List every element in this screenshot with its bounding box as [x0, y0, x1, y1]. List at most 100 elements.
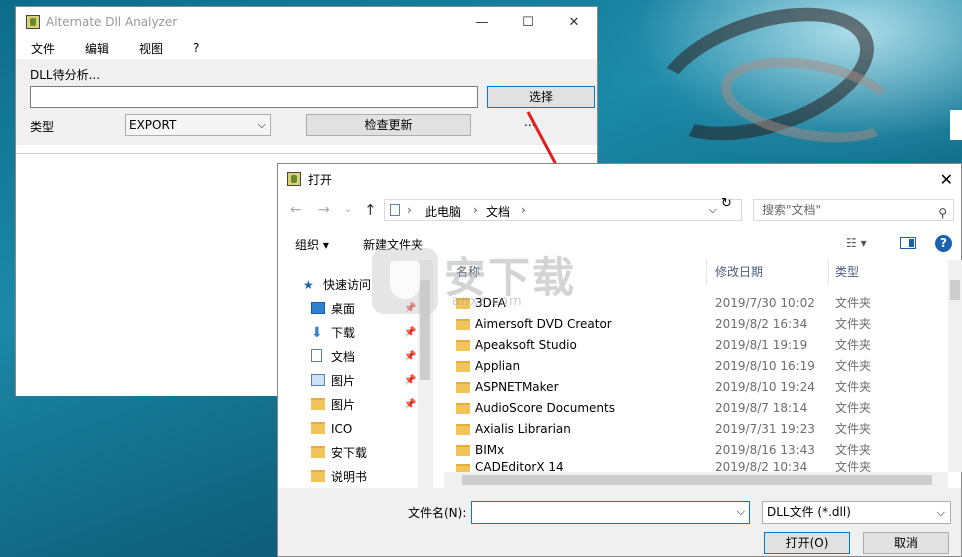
chevron-down-icon: ⌵ [936, 506, 945, 519]
folder-icon [456, 403, 470, 414]
file-type: 文件夹 [835, 359, 872, 373]
file-name: ASPNETMaker [475, 380, 559, 394]
folder-icon [456, 340, 470, 351]
dialog-titlebar[interactable]: 打开 ✕ [278, 164, 961, 194]
navigation-bar: ← → ⌄ ↑ › 此电脑 › 文档 › ⌵ ↻ 搜索"文档" ⚲ [278, 194, 961, 228]
open-button[interactable]: 打开(O) [764, 532, 850, 554]
file-type: 文件夹 [835, 443, 872, 457]
sidebar-item-ico[interactable]: ICO [278, 418, 428, 440]
file-row[interactable]: BIMx 2019/8/16 13:43 文件夹 [444, 440, 944, 461]
sidebar-item-pictures-folder[interactable]: 图片 📌 [278, 394, 428, 416]
dialog-title: 打开 [308, 172, 333, 187]
dialog-footer: 文件名(N): ⌵ DLL文件 (*.dll) ⌵ 打开(O) 取消 [278, 488, 961, 556]
file-modified: 2019/7/30 10:02 [715, 296, 815, 310]
chevron-down-icon[interactable]: ⌵ [709, 203, 717, 217]
up-arrow-icon[interactable]: ↑ [364, 201, 377, 219]
file-type: 文件夹 [835, 317, 872, 331]
sidebar-item-documents[interactable]: 文档 📌 [278, 346, 428, 368]
file-modified: 2019/8/10 16:19 [715, 359, 815, 373]
filename-input[interactable]: ⌵ [471, 501, 750, 524]
forward-arrow-icon[interactable]: → [318, 202, 330, 218]
file-name: Applian [475, 359, 521, 373]
view-options-icon[interactable]: ☷ ▾ [846, 236, 867, 250]
file-row[interactable]: ASPNETMaker 2019/8/10 19:24 文件夹 [444, 377, 944, 398]
picture-icon [311, 374, 325, 386]
file-row[interactable]: CADEditorX 14 2019/8/2 10:34 文件夹 [444, 461, 944, 472]
pin-icon[interactable]: 📌 [404, 370, 416, 392]
file-name: AudioScore Documents [475, 401, 615, 415]
back-arrow-icon[interactable]: ← [290, 202, 302, 218]
download-icon: ⬇ [311, 325, 323, 341]
crumb-separator-icon: › [407, 203, 412, 217]
chevron-down-icon[interactable]: ⌵ [737, 505, 745, 519]
file-name: BIMx [475, 443, 505, 457]
file-modified: 2019/8/16 13:43 [715, 443, 815, 457]
preview-pane-icon[interactable] [900, 237, 916, 249]
file-list-scroll-thumb[interactable] [950, 280, 960, 300]
star-icon: ★ [303, 278, 314, 292]
file-list-scrollbar[interactable] [948, 260, 962, 472]
sidebar-item-label: ICO [331, 422, 353, 436]
crumb-documents[interactable]: 文档 [486, 203, 510, 220]
horizontal-scrollbar[interactable] [444, 472, 948, 488]
document-icon [390, 204, 400, 216]
search-icon: ⚲ [938, 206, 947, 220]
column-header-modified[interactable]: 修改日期 [715, 260, 763, 284]
folder-icon [311, 422, 325, 434]
sidebar-item-label: 快速访问 [323, 278, 372, 292]
sidebar-item-manual[interactable]: 说明书 [278, 466, 428, 488]
help-icon[interactable]: ? [935, 235, 952, 252]
refresh-icon[interactable]: ↻ [721, 196, 732, 211]
watermark-shield-icon [372, 248, 438, 314]
folder-icon [456, 382, 470, 393]
recent-chevron-icon[interactable]: ⌄ [344, 204, 352, 215]
dialog-close-button[interactable]: ✕ [940, 170, 953, 189]
file-name: Axialis Librarian [475, 422, 571, 436]
filename-label: 文件名(N): [408, 506, 467, 520]
horizontal-scroll-thumb[interactable] [462, 475, 932, 485]
sidebar-item-pictures[interactable]: 图片 📌 [278, 370, 428, 392]
file-row[interactable]: Applian 2019/8/10 16:19 文件夹 [444, 356, 944, 377]
open-dialog: 打开 ✕ ← → ⌄ ↑ › 此电脑 › 文档 › ⌵ ↻ 搜索"文档" ⚲ 组… [277, 163, 962, 557]
file-type-filter[interactable]: DLL文件 (*.dll) ⌵ [762, 501, 951, 524]
file-type: 文件夹 [835, 380, 872, 394]
file-row[interactable]: AudioScore Documents 2019/8/7 18:14 文件夹 [444, 398, 944, 419]
organize-button[interactable]: 组织 ▾ [295, 236, 329, 253]
folder-icon [456, 424, 470, 435]
crumb-this-pc[interactable]: 此电脑 [425, 203, 461, 220]
sidebar-item-label: 文档 [331, 350, 356, 364]
file-type: 文件夹 [835, 338, 872, 352]
file-modified: 2019/8/1 19:19 [715, 338, 808, 352]
file-name: Apeaksoft Studio [475, 338, 577, 352]
column-divider[interactable] [706, 260, 707, 284]
sidebar-item-label: 说明书 [331, 470, 368, 484]
file-row[interactable]: Axialis Librarian 2019/7/31 19:23 文件夹 [444, 419, 944, 440]
file-modified: 2019/8/7 18:14 [715, 401, 808, 415]
pin-icon[interactable]: 📌 [404, 394, 416, 416]
sidebar-item-anxiazai[interactable]: 安下载 [278, 442, 428, 464]
dialog-app-icon [287, 172, 301, 186]
sidebar-item-label: 安下载 [331, 446, 368, 460]
file-modified: 2019/8/2 10:34 [715, 461, 808, 472]
sidebar-item-label: 图片 [331, 374, 356, 388]
file-modified: 2019/8/10 19:24 [715, 380, 815, 394]
search-placeholder: 搜索"文档" [762, 203, 822, 217]
pin-icon[interactable]: 📌 [404, 346, 416, 368]
watermark-subtext: anxz.com [452, 294, 523, 309]
file-modified: 2019/7/31 19:23 [715, 422, 815, 436]
folder-icon [456, 464, 470, 472]
folder-icon [311, 446, 325, 458]
search-input[interactable]: 搜索"文档" ⚲ [753, 199, 954, 221]
file-name: CADEditorX 14 [475, 461, 564, 472]
folder-icon [456, 445, 470, 456]
sidebar-item-label: 下载 [331, 326, 356, 340]
cancel-button[interactable]: 取消 [863, 532, 949, 554]
file-modified: 2019/8/2 16:34 [715, 317, 808, 331]
folder-icon [311, 470, 325, 482]
file-row[interactable]: Apeaksoft Studio 2019/8/1 19:19 文件夹 [444, 335, 944, 356]
desktop-icon [311, 302, 325, 314]
column-header-type[interactable]: 类型 [835, 260, 859, 284]
address-bar[interactable]: › 此电脑 › 文档 › ⌵ [384, 199, 742, 221]
crumb-separator-icon: › [521, 203, 526, 217]
column-divider[interactable] [828, 260, 829, 284]
